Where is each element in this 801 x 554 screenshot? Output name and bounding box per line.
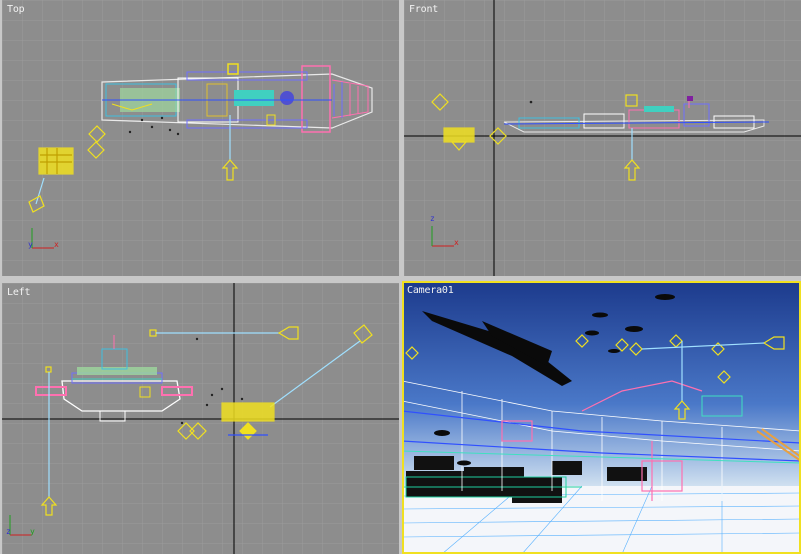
viewport-label-front[interactable]: Front (409, 4, 438, 15)
front-view-canvas[interactable] (404, 0, 801, 276)
axis-label-y-top: y (28, 240, 33, 249)
top-view-canvas[interactable] (2, 0, 399, 276)
axis-label-x-top: x (54, 240, 59, 249)
axis-label-y-left: y (30, 527, 35, 536)
left-view-canvas[interactable] (2, 283, 399, 554)
viewport-left[interactable]: Left z y (2, 283, 399, 554)
camera-view-canvas[interactable] (402, 281, 801, 554)
viewport-top[interactable]: Top y x (2, 0, 399, 276)
axis-label-z-front: z (430, 214, 435, 223)
viewport-label-left[interactable]: Left (7, 287, 30, 298)
axis-label-z-left: z (6, 527, 11, 536)
viewport-label-camera[interactable]: Camera01 (407, 285, 454, 296)
viewport-front[interactable]: Front z x (404, 0, 801, 276)
axis-label-x-front: x (454, 238, 459, 247)
viewport-label-top[interactable]: Top (7, 4, 25, 15)
viewport-camera[interactable]: Camera01 (402, 281, 801, 554)
